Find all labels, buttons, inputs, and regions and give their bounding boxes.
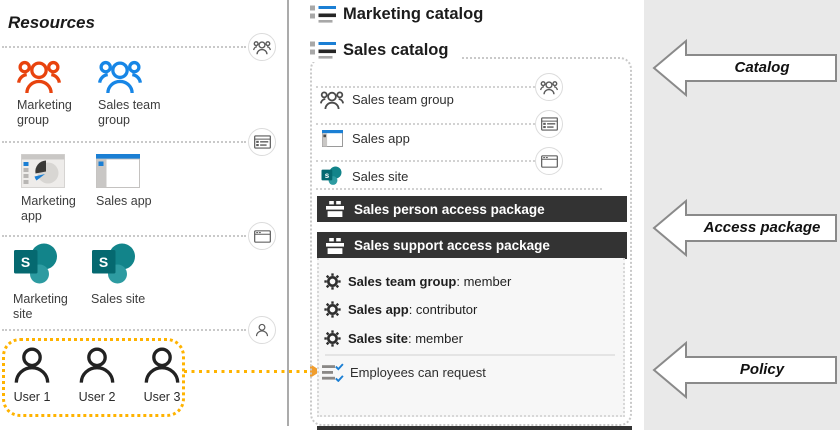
apps-type-badge xyxy=(248,128,276,156)
panel-separator xyxy=(287,0,289,426)
role-assignment-app: Sales app: contributor xyxy=(348,301,477,318)
access-package-icon xyxy=(326,238,344,254)
user-2-label: User 2 xyxy=(67,390,127,404)
people-icon xyxy=(540,80,558,95)
catalog-annotation-arrow: Catalog xyxy=(652,38,838,98)
people-icon xyxy=(253,40,271,55)
access-package-annotation-label: Access package xyxy=(688,198,836,256)
groups-type-badge xyxy=(248,33,276,61)
resource-marketing-group: Marketing group xyxy=(17,98,93,128)
sales-catalog-heading: Sales catalog xyxy=(308,40,460,62)
row-divider xyxy=(316,160,535,162)
access-package-title: Sales person access package xyxy=(354,202,545,217)
user-3-label: User 3 xyxy=(132,390,192,404)
role-assignment-site: Sales site: member xyxy=(348,330,463,347)
section-divider xyxy=(2,329,246,331)
person-icon xyxy=(142,344,182,386)
group-type-badge xyxy=(535,73,563,101)
resource-sales-app: Sales app xyxy=(96,194,172,209)
role-name: : contributor xyxy=(409,302,478,317)
gear-icon xyxy=(324,301,341,318)
sales-catalog-title: Sales catalog xyxy=(343,41,448,60)
role-name: : member xyxy=(408,331,463,346)
people-icon xyxy=(98,58,142,95)
user-1-label: User 1 xyxy=(2,390,62,404)
entitlement-diagram: Resources Marketing group Sales team gro… xyxy=(0,0,840,430)
section-divider xyxy=(2,235,246,237)
app-window-icon xyxy=(254,135,271,149)
sharepoint-icon: S xyxy=(91,241,139,287)
marketing-catalog-title: Marketing catalog xyxy=(343,5,483,24)
role-resource-name: Sales site xyxy=(348,331,408,346)
catalog-icon xyxy=(310,40,336,60)
access-package-bar-sales-support: Sales support access package xyxy=(317,232,627,259)
row-divider xyxy=(316,188,602,190)
marketing-catalog-heading: Marketing catalog xyxy=(310,4,483,24)
resource-marketing-app: Marketing app xyxy=(21,194,97,224)
access-package-title: Sales support access package xyxy=(354,238,550,253)
policy-annotation-arrow: Policy xyxy=(652,340,838,400)
sharepoint-icon: S xyxy=(13,241,61,287)
catalog-resource-sales-team-group: Sales team group xyxy=(352,92,454,108)
users-to-policy-connector xyxy=(184,370,310,373)
cutoff-package-bar xyxy=(317,426,632,430)
people-icon xyxy=(320,90,344,110)
sharepoint-letter: S xyxy=(94,254,113,270)
resource-sales-site: Sales site xyxy=(91,292,167,307)
site-type-badge xyxy=(535,147,563,175)
people-icon xyxy=(17,58,61,95)
resources-panel-title: Resources xyxy=(8,13,95,33)
app-type-badge xyxy=(535,110,563,138)
person-icon xyxy=(255,323,269,337)
app-window-icon xyxy=(541,117,558,131)
row-divider xyxy=(316,123,535,125)
gear-icon xyxy=(324,273,341,290)
sharepoint-letter: s xyxy=(322,171,332,180)
role-resource-name: Sales team group xyxy=(348,274,456,289)
person-icon xyxy=(77,344,117,386)
browser-window-icon xyxy=(541,155,558,168)
gear-icon xyxy=(324,330,341,347)
sites-type-badge xyxy=(248,222,276,250)
catalog-icon xyxy=(310,4,336,24)
sharepoint-icon: s xyxy=(321,166,342,185)
role-assignment-group: Sales team group: member xyxy=(348,273,511,290)
role-resource-name: Sales app xyxy=(348,302,409,317)
browser-window-icon xyxy=(254,230,271,243)
marketing-app-icon xyxy=(21,154,65,188)
app-window-icon xyxy=(322,130,343,147)
person-icon xyxy=(12,344,52,386)
access-package-annotation-arrow: Access package xyxy=(652,198,838,258)
catalog-resource-sales-site: Sales site xyxy=(352,169,408,185)
policy-checklist-icon xyxy=(322,363,345,382)
section-divider xyxy=(2,141,246,143)
users-type-badge xyxy=(248,316,276,344)
row-divider xyxy=(316,86,535,88)
catalog-resource-sales-app: Sales app xyxy=(352,131,410,147)
section-divider xyxy=(2,46,246,48)
resource-marketing-site: Marketing site xyxy=(13,292,89,322)
policy-label: Employees can request xyxy=(350,365,486,381)
access-package-icon xyxy=(326,201,344,217)
policy-annotation-label: Policy xyxy=(688,340,836,398)
catalog-annotation-label: Catalog xyxy=(688,38,836,96)
policy-divider xyxy=(325,354,615,356)
access-package-bar-sales-person: Sales person access package xyxy=(317,196,627,222)
role-name: : member xyxy=(456,274,511,289)
sales-app-icon xyxy=(96,154,140,188)
resource-sales-team-group: Sales team group xyxy=(98,98,174,128)
sharepoint-letter: S xyxy=(16,254,35,270)
